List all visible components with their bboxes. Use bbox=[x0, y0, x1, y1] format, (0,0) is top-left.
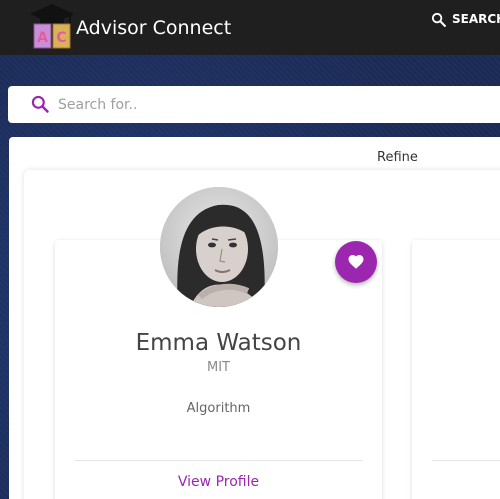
portrait-image bbox=[160, 187, 278, 307]
graduation-cap-logo-icon[interactable]: A C bbox=[28, 2, 76, 52]
search-input[interactable] bbox=[58, 92, 488, 117]
top-app-bar: A C Advisor Connect SEARCH bbox=[0, 0, 500, 55]
view-profile-link[interactable]: View Profile bbox=[55, 474, 382, 490]
heart-icon bbox=[348, 254, 364, 269]
app-title[interactable]: Advisor Connect bbox=[76, 17, 231, 39]
search-bar bbox=[8, 86, 500, 123]
card-divider bbox=[432, 460, 500, 461]
advisor-avatar bbox=[160, 187, 278, 307]
svg-text:A: A bbox=[37, 30, 48, 46]
advisor-name: Emma Watson bbox=[135, 330, 302, 356]
search-icon bbox=[31, 95, 49, 113]
advisor-card bbox=[412, 240, 500, 499]
card-divider bbox=[75, 460, 362, 461]
svg-text:C: C bbox=[56, 30, 66, 46]
header-search-link[interactable]: SEARCH bbox=[430, 9, 500, 29]
advisor-field: Algorithm bbox=[186, 401, 251, 416]
search-icon bbox=[431, 12, 446, 27]
favorite-button[interactable] bbox=[335, 241, 377, 283]
header-search-label: SEARCH bbox=[452, 12, 500, 26]
refine-button[interactable]: Refine bbox=[377, 150, 418, 165]
advisor-school: MIT bbox=[207, 360, 230, 375]
